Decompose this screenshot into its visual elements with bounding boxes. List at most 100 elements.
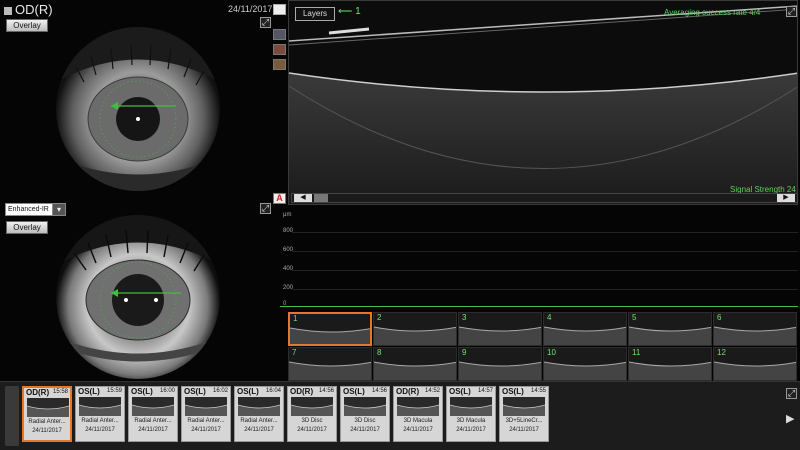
eye-label: OD(R) [4,2,53,17]
exam-card[interactable]: OS(L) 16:02 Radial Anter... 24/11/2017 [181,386,231,442]
exam-card[interactable]: OS(L) 15:59 Radial Anter... 24/11/2017 [75,386,125,442]
exam-thumbnail [503,397,545,416]
scan-number: 10 [547,348,556,357]
exam-thumbnail [79,397,121,416]
exam-card[interactable]: OS(L) 14:57 3D Macula 24/11/2017 [446,386,496,442]
exam-card[interactable]: OD(R) 15:58 Radial Anter... 24/11/2017 [22,386,72,442]
scan-thumbnail[interactable]: 12 [713,347,797,381]
exam-time: 16:00 [159,388,175,394]
annotate-icon[interactable]: A [273,193,286,204]
chevron-down-icon[interactable]: ▾ [52,203,66,216]
anterior-eye-image [56,27,220,191]
scan-number: 7 [292,348,297,357]
exam-time: 14:56 [371,388,387,394]
plot-gridline [292,270,798,271]
plot-tick-0: 0 [283,301,287,307]
scan-thumbnail-image [289,348,371,380]
scan-number: 9 [462,348,467,357]
scan-thumbnail[interactable]: 3 [458,312,542,346]
exam-description: 3D Disc [301,418,323,424]
exam-time: 16:04 [265,388,281,394]
scan-thumbnail[interactable]: 7 [288,347,372,381]
scroll-left-icon[interactable]: ◀ [294,194,312,202]
oct-viewer-app: OD(R) 24/11/2017 ⤢ Overlay Enhanced-IR ▾… [0,0,800,450]
exam-card[interactable]: OS(L) 14:55 3D+5LineCr... 24/11/2017 [499,386,549,442]
exam-card[interactable]: OD(R) 14:56 3D Disc 24/11/2017 [287,386,337,442]
exam-eye: OS(L) [78,387,100,396]
scan-thumbnail[interactable]: 8 [373,347,457,381]
eye-photo-top [56,27,220,191]
plot-tick-600: 600 [283,247,294,253]
scan-thumbnail-image [544,348,626,380]
exam-time: 16:02 [212,388,228,394]
exam-card[interactable]: OS(L) 16:00 Radial Anter... 24/11/2017 [128,386,178,442]
scan-thumbnail[interactable]: 10 [543,347,627,381]
scan-thumbnail-image [459,313,541,345]
scan-thumbnail[interactable]: 5 [628,312,712,346]
tiles-icon[interactable] [273,59,286,70]
scroll-right-icon-tray[interactable]: ▶ [786,412,794,425]
exam-date: 24/11/2017 [456,427,486,433]
exam-thumbnail [397,397,439,416]
scan-thumbnail[interactable]: 1 [288,312,372,346]
exam-date: 24/11/2017 [509,427,539,433]
exam-description: Radial Anter... [134,418,172,424]
exam-description: Radial Anter... [28,419,66,425]
layers-button[interactable]: Layers [295,7,335,21]
exam-date: 24/11/2017 [244,427,274,433]
scan-number: 8 [377,348,382,357]
exam-thumbnail [132,397,174,416]
scan-number: 5 [632,313,637,322]
exam-eye: OS(L) [449,387,471,396]
expand-icon-oct[interactable]: ⤢ [786,6,797,17]
exam-card[interactable]: OS(L) 16:04 Radial Anter... 24/11/2017 [234,386,284,442]
exam-eye: OS(L) [237,387,259,396]
exam-description: 3D Macula [403,418,433,424]
eye-square-icon [4,6,12,15]
scan-thumbnail-image [629,313,711,345]
exam-card[interactable]: OD(R) 14:52 3D Macula 24/11/2017 [393,386,443,442]
exam-date: 24/11/2017 [350,427,380,433]
oct-bscan [288,0,798,205]
plot-gridline [292,251,798,252]
overlay-button-ir[interactable]: Overlay [6,221,48,234]
ir-mode-select[interactable]: Enhanced-IR [5,203,57,216]
exam-eye: OS(L) [131,387,153,396]
scan-thumbnail[interactable]: 6 [713,312,797,346]
exam-thumbnail [344,397,386,416]
scan-number: 12 [717,348,726,357]
exam-list: OD(R) 15:58 Radial Anter... 24/11/2017 OS(L)… [22,386,782,446]
plot-unit: μm [283,212,292,218]
exam-eye: OS(L) [502,387,524,396]
exam-card[interactable]: OS(L) 14:56 3D Disc 24/11/2017 [340,386,390,442]
oct-bscan-image [289,1,797,204]
scan-thumbnail[interactable]: 4 [543,312,627,346]
grid-icon[interactable] [273,44,286,55]
scan-thumbnail-image [459,348,541,380]
exam-time: 14:52 [424,388,440,394]
expand-icon-ir[interactable]: ⤢ [260,203,271,214]
exam-date: 24/11/2017 [32,428,62,434]
scan-thumbnail[interactable]: 11 [628,347,712,381]
scan-thumbnail-image [374,313,456,345]
exam-eye: OS(L) [343,387,365,396]
scan-thumbnail[interactable]: 2 [373,312,457,346]
scroll-thumb[interactable] [314,194,328,202]
exam-time: 15:59 [106,388,122,394]
tray-handle[interactable] [5,386,19,446]
scan-icon[interactable] [273,29,286,40]
expand-icon[interactable]: ⤢ [260,17,271,28]
overlay-button-top[interactable]: Overlay [6,19,48,32]
exam-description: 3D+5LineCr... [505,418,543,424]
oct-scrollbar[interactable]: ◀ ▶ [291,193,798,203]
expand-icon-tray[interactable]: ⤢ [786,388,797,399]
scan-thumbnail-image [290,314,370,344]
scan-thumbnail[interactable]: 9 [458,347,542,381]
exam-time: 14:56 [318,388,334,394]
scan-thumbnail-image [629,348,711,380]
eye-photo-ir [56,215,220,379]
layers-icon[interactable] [273,4,286,15]
exam-thumbnail [238,397,280,416]
scroll-right-icon[interactable]: ▶ [777,194,795,202]
exam-date: 24/11/2017 [297,427,327,433]
